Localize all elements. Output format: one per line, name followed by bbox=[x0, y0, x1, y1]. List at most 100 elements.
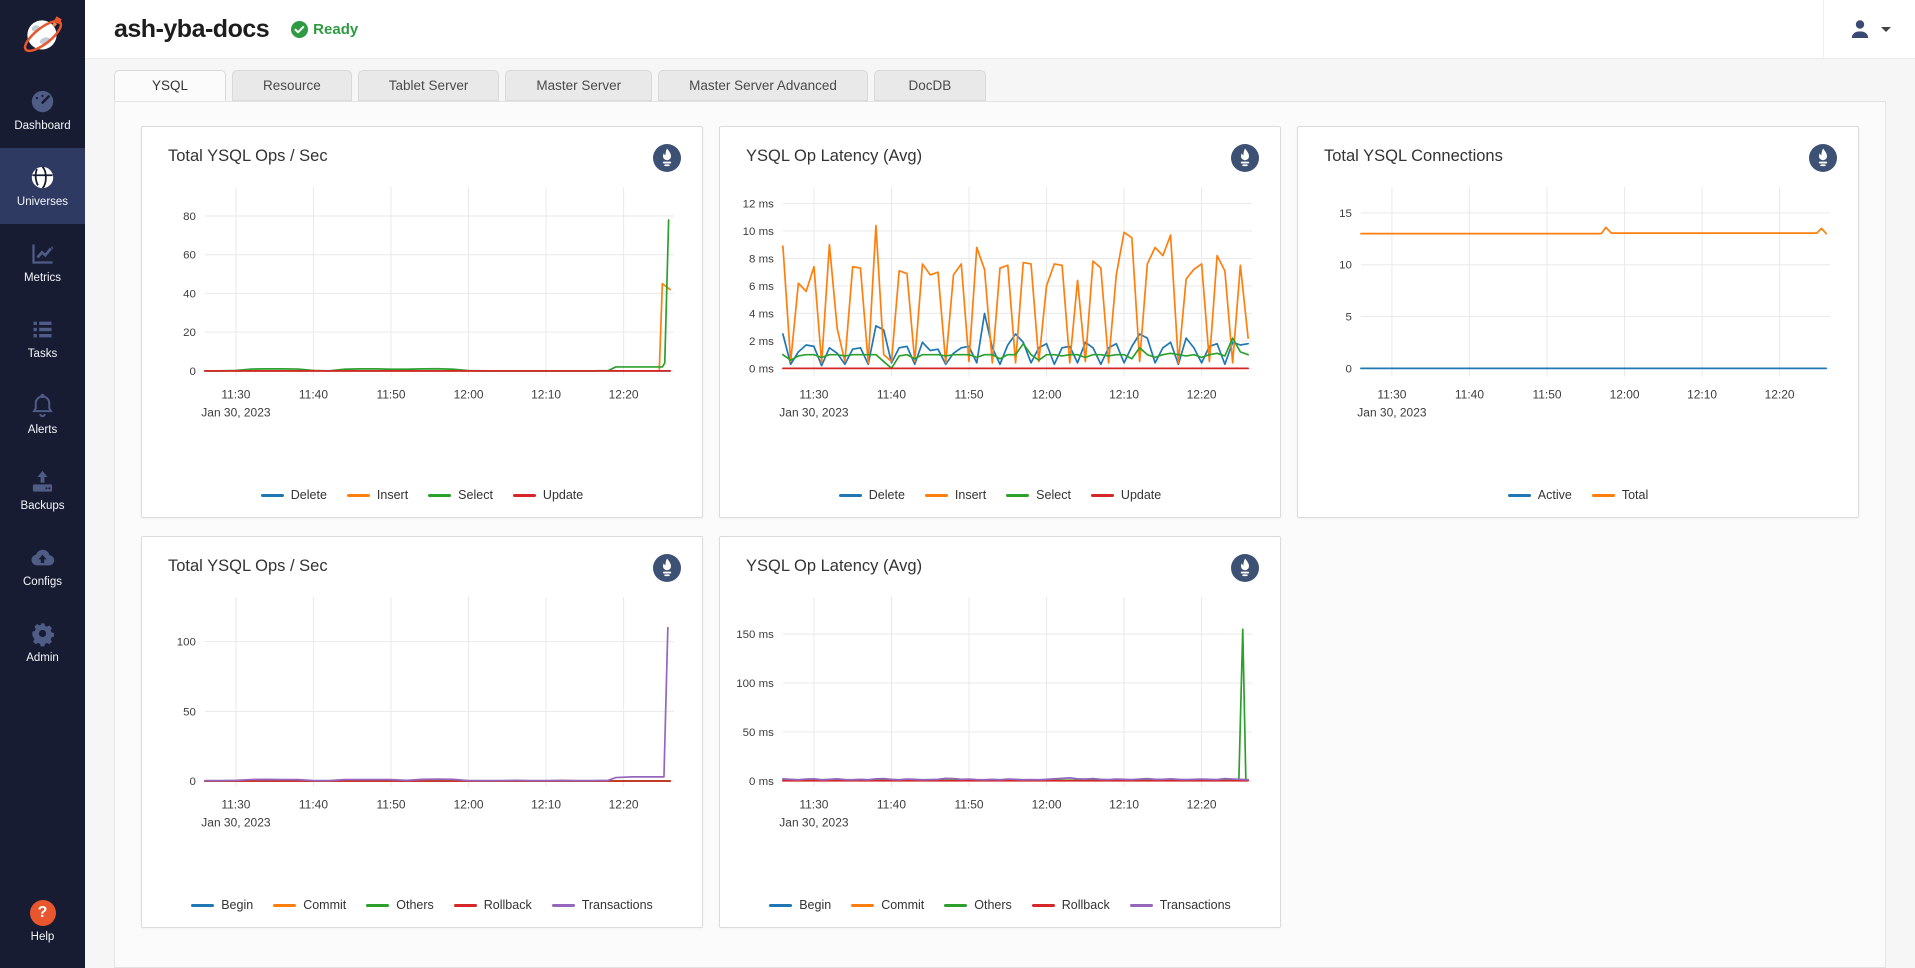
legend-item-rollback[interactable]: Rollback bbox=[454, 898, 532, 912]
legend-item-transactions[interactable]: Transactions bbox=[1130, 898, 1231, 912]
prometheus-icon[interactable] bbox=[1230, 143, 1260, 173]
prometheus-icon[interactable] bbox=[652, 553, 682, 583]
ysql-tab-pane: Total YSQL Ops / Sec 11:3011:4011:5012:0… bbox=[114, 101, 1886, 968]
legend-item-total[interactable]: Total bbox=[1592, 488, 1648, 502]
svg-text:100: 100 bbox=[177, 637, 196, 649]
svg-text:100 ms: 100 ms bbox=[736, 678, 774, 690]
svg-text:11:50: 11:50 bbox=[376, 388, 405, 402]
tab-master-server-advanced[interactable]: Master Server Advanced bbox=[658, 70, 868, 101]
sidebar-item-admin[interactable]: Admin bbox=[0, 604, 85, 680]
legend-item-active[interactable]: Active bbox=[1508, 488, 1572, 502]
sidebar-item-configs[interactable]: Configs bbox=[0, 528, 85, 604]
planet-rocket-logo-icon bbox=[18, 11, 68, 61]
prometheus-icon[interactable] bbox=[1230, 553, 1260, 583]
chart-svg[interactable]: 11:3011:4011:5012:0012:1012:20Jan 30, 20… bbox=[148, 177, 692, 423]
legend-swatch bbox=[1592, 494, 1615, 497]
legend-item-begin[interactable]: Begin bbox=[191, 898, 253, 912]
legend-item-begin[interactable]: Begin bbox=[769, 898, 831, 912]
legend-item-update[interactable]: Update bbox=[513, 488, 583, 502]
legend-swatch bbox=[1091, 494, 1114, 497]
chart-title: YSQL Op Latency (Avg) bbox=[746, 553, 922, 576]
sidebar-item-universes[interactable]: Universes bbox=[0, 148, 85, 224]
status-badge: Ready bbox=[291, 21, 358, 38]
chart-svg[interactable]: 11:3011:4011:5012:0012:1012:20Jan 30, 20… bbox=[148, 587, 692, 833]
svg-text:11:30: 11:30 bbox=[1377, 388, 1406, 402]
yugabyte-logo[interactable] bbox=[0, 0, 85, 72]
legend-item-delete[interactable]: Delete bbox=[261, 488, 327, 502]
chart-svg[interactable]: 11:3011:4011:5012:0012:1012:20Jan 30, 20… bbox=[726, 587, 1270, 833]
tab-tablet-server[interactable]: Tablet Server bbox=[358, 70, 500, 101]
tab-resource[interactable]: Resource bbox=[232, 70, 352, 101]
chart-canvas[interactable]: 11:3011:4011:5012:0012:1012:20Jan 30, 20… bbox=[142, 587, 702, 833]
svg-text:0 ms: 0 ms bbox=[749, 363, 774, 375]
user-menu[interactable] bbox=[1823, 0, 1915, 58]
topbar: ash-yba-docs Ready bbox=[85, 0, 1915, 59]
legend-item-commit[interactable]: Commit bbox=[273, 898, 346, 912]
legend-item-commit[interactable]: Commit bbox=[851, 898, 924, 912]
tab-docdb[interactable]: DocDB bbox=[874, 70, 986, 101]
tab-master-server[interactable]: Master Server bbox=[505, 70, 652, 101]
legend-item-others[interactable]: Others bbox=[944, 898, 1012, 912]
prometheus-icon[interactable] bbox=[652, 143, 682, 173]
sidebar-item-label: Metrics bbox=[24, 272, 61, 284]
legend-label: Total bbox=[1622, 488, 1648, 502]
chart-canvas[interactable]: 11:3011:4011:5012:0012:1012:20Jan 30, 20… bbox=[720, 177, 1280, 423]
user-icon bbox=[1848, 17, 1872, 41]
legend-item-others[interactable]: Others bbox=[366, 898, 434, 912]
svg-text:12:10: 12:10 bbox=[531, 388, 561, 402]
legend-label: Begin bbox=[221, 898, 253, 912]
legend-item-insert[interactable]: Insert bbox=[347, 488, 408, 502]
svg-text:12:10: 12:10 bbox=[1687, 388, 1717, 402]
sidebar-item-dashboard[interactable]: Dashboard bbox=[0, 72, 85, 148]
legend-swatch bbox=[347, 494, 370, 497]
svg-text:12:00: 12:00 bbox=[1032, 798, 1062, 812]
svg-text:Jan 30, 2023: Jan 30, 2023 bbox=[779, 816, 849, 830]
prometheus-icon[interactable] bbox=[1808, 143, 1838, 173]
legend-item-select[interactable]: Select bbox=[428, 488, 493, 502]
sidebar-item-metrics[interactable]: Metrics bbox=[0, 224, 85, 300]
chart-canvas[interactable]: 11:3011:4011:5012:0012:1012:20Jan 30, 20… bbox=[1298, 177, 1858, 423]
chart-svg[interactable]: 11:3011:4011:5012:0012:1012:20Jan 30, 20… bbox=[1304, 177, 1848, 423]
svg-text:12:20: 12:20 bbox=[1765, 388, 1795, 402]
legend-label: Select bbox=[1036, 488, 1071, 502]
chart-canvas[interactable]: 11:3011:4011:5012:0012:1012:20Jan 30, 20… bbox=[142, 177, 702, 423]
legend-label: Delete bbox=[869, 488, 905, 502]
legend-label: Insert bbox=[377, 488, 408, 502]
chart-svg[interactable]: 11:3011:4011:5012:0012:1012:20Jan 30, 20… bbox=[726, 177, 1270, 423]
sidebar-item-backups[interactable]: Backups bbox=[0, 452, 85, 528]
sidebar-item-tasks[interactable]: Tasks bbox=[0, 300, 85, 376]
sidebar-item-label: Alerts bbox=[28, 424, 57, 436]
legend-swatch bbox=[1508, 494, 1531, 497]
legend-item-rollback[interactable]: Rollback bbox=[1032, 898, 1110, 912]
chart-canvas[interactable]: 11:3011:4011:5012:0012:1012:20Jan 30, 20… bbox=[720, 587, 1280, 833]
legend-swatch bbox=[454, 904, 477, 907]
sidebar-item-alerts[interactable]: Alerts bbox=[0, 376, 85, 452]
svg-text:11:40: 11:40 bbox=[877, 798, 906, 812]
svg-text:12:20: 12:20 bbox=[609, 798, 639, 812]
legend-swatch bbox=[925, 494, 948, 497]
svg-text:11:50: 11:50 bbox=[376, 798, 405, 812]
svg-text:50: 50 bbox=[183, 706, 196, 718]
svg-text:12:20: 12:20 bbox=[1187, 798, 1217, 812]
help-icon: ? bbox=[30, 900, 56, 926]
chart-title: YSQL Op Latency (Avg) bbox=[746, 143, 922, 166]
legend-item-update[interactable]: Update bbox=[1091, 488, 1161, 502]
legend-label: Rollback bbox=[484, 898, 532, 912]
bell-icon bbox=[29, 392, 56, 419]
status-label: Ready bbox=[313, 21, 358, 38]
universe-metrics-content: YSQL Resource Tablet Server Master Serve… bbox=[85, 59, 1915, 968]
chart-panel-ysql-txn-ops: Total YSQL Ops / Sec 11:3011:4011:5012:0… bbox=[141, 536, 703, 928]
tab-ysql[interactable]: YSQL bbox=[114, 70, 226, 101]
legend-swatch bbox=[1130, 904, 1153, 907]
sidebar-item-help[interactable]: ? Help bbox=[0, 886, 85, 956]
legend-item-delete[interactable]: Delete bbox=[839, 488, 905, 502]
svg-text:150 ms: 150 ms bbox=[736, 629, 774, 641]
legend-label: Rollback bbox=[1062, 898, 1110, 912]
chart-legend: Active Total bbox=[1298, 480, 1858, 517]
legend-item-insert[interactable]: Insert bbox=[925, 488, 986, 502]
svg-text:11:40: 11:40 bbox=[299, 798, 328, 812]
metrics-tabstrip: YSQL Resource Tablet Server Master Serve… bbox=[114, 70, 1886, 101]
legend-item-select[interactable]: Select bbox=[1006, 488, 1071, 502]
legend-item-transactions[interactable]: Transactions bbox=[552, 898, 653, 912]
svg-text:0: 0 bbox=[190, 776, 196, 788]
